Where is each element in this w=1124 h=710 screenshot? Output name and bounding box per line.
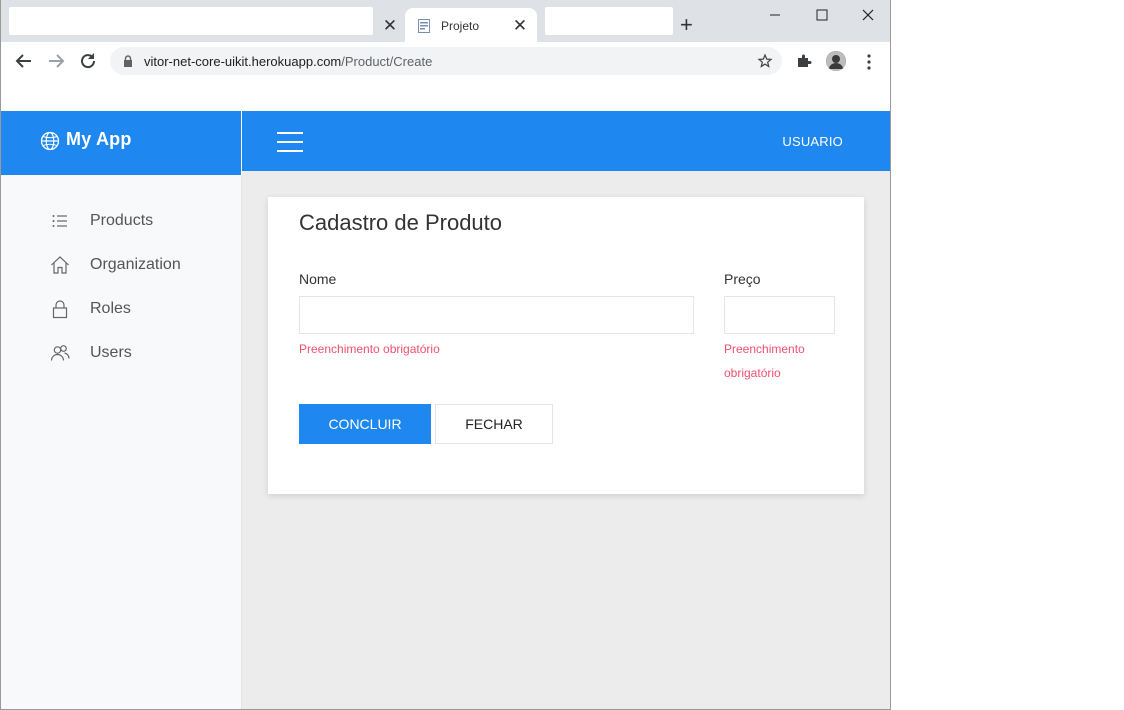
browser-window: ✕ Projeto ✕ + vitor-net-core-uikit.herok… (0, 0, 891, 710)
lock-icon (124, 55, 132, 67)
sidebar-item-label: Organization (90, 256, 181, 273)
address-bar[interactable]: vitor-net-core-uikit.herokuapp.com/Produ… (110, 47, 782, 75)
sidebar-item-roles[interactable]: Roles (1, 290, 241, 326)
preco-error-line: Preenchimento (724, 342, 805, 356)
preco-label: Preço (724, 271, 761, 287)
tab-third[interactable] (545, 7, 673, 35)
users-icon (50, 345, 70, 361)
main-content: Cadastro de Produto Nome Preenchimento o… (242, 171, 890, 709)
star-icon[interactable] (757, 53, 773, 69)
sidebar-item-label: Users (90, 344, 132, 361)
brand-bar: My App (1, 111, 241, 175)
browser-toolbar: vitor-net-core-uikit.herokuapp.com/Produ… (1, 42, 890, 80)
page-favicon-icon (418, 19, 430, 33)
preco-error: Preenchimento obrigatório (724, 337, 805, 385)
tab-close-icon[interactable]: ✕ (380, 16, 400, 36)
preco-error-line: obrigatório (724, 366, 781, 380)
extensions-icon[interactable] (796, 53, 812, 69)
nome-label: Nome (299, 271, 337, 287)
preco-input[interactable] (724, 296, 835, 334)
sidebar-item-organization[interactable]: Organization (1, 246, 241, 282)
tab-strip: ✕ Projeto ✕ + (1, 0, 890, 42)
app-brand[interactable]: My App (66, 129, 132, 150)
hamburger-line (277, 141, 303, 143)
menu-icon[interactable] (867, 54, 871, 70)
maximize-icon[interactable] (812, 6, 832, 24)
tab-projeto[interactable]: Projeto ✕ (405, 8, 537, 42)
fechar-button[interactable]: FECHAR (435, 404, 553, 444)
concluir-button[interactable]: CONCLUIR (299, 404, 431, 444)
user-menu-link[interactable]: USUARIO (782, 134, 843, 149)
list-icon (52, 215, 67, 227)
url-path: /Product/Create (341, 54, 433, 69)
sidebar-item-users[interactable]: Users (1, 334, 241, 370)
back-icon[interactable] (13, 50, 35, 72)
nome-input[interactable] (299, 296, 694, 334)
hamburger-line (277, 132, 303, 134)
sidebar-item-products[interactable]: Products (1, 202, 241, 238)
nome-error: Preenchimento obrigatório (299, 342, 440, 356)
sidebar-item-label: Roles (90, 300, 131, 317)
sidebar: Products Organization Roles Users (1, 175, 242, 709)
minimize-icon[interactable] (765, 6, 785, 24)
profile-avatar[interactable] (826, 51, 846, 71)
product-form-card: Cadastro de Produto Nome Preenchimento o… (268, 197, 864, 494)
lock-icon (52, 300, 68, 319)
hamburger-line (277, 150, 303, 152)
url-text: vitor-net-core-uikit.herokuapp.com/Produ… (144, 54, 432, 69)
top-navbar: USUARIO (242, 111, 890, 171)
forward-icon[interactable] (45, 50, 67, 72)
profile-avatar-icon (826, 51, 846, 71)
reload-icon[interactable] (77, 50, 99, 72)
sidebar-item-label: Products (90, 212, 154, 229)
page-title: Cadastro de Produto (299, 210, 503, 235)
tab-close-icon[interactable]: ✕ (510, 16, 530, 36)
app-root: My App Products Organization Roles Users… (1, 111, 890, 709)
tab-title: Projeto (441, 19, 480, 33)
home-icon (51, 256, 69, 274)
hamburger-menu-icon[interactable] (277, 132, 303, 152)
tab-first[interactable] (9, 7, 373, 35)
new-tab-button[interactable]: + (680, 14, 693, 36)
url-host: vitor-net-core-uikit.herokuapp.com (144, 54, 342, 69)
globe-icon (40, 131, 60, 151)
close-window-icon[interactable] (858, 6, 878, 24)
